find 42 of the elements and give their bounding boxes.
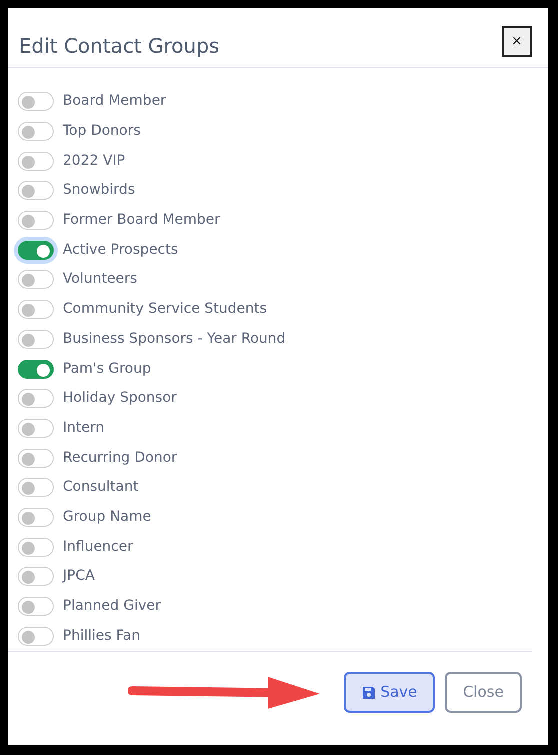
toggle-switch[interactable]: [18, 538, 54, 557]
group-label: Recurring Donor: [63, 448, 178, 468]
dialog-title: Edit Contact Groups: [19, 34, 220, 58]
toggle-switch[interactable]: [18, 418, 54, 438]
group-label: Community Service Students: [63, 300, 268, 320]
toggle-switch[interactable]: [18, 360, 54, 379]
group-label: JPCA: [63, 567, 95, 586]
group-label: Snowbirds: [63, 181, 136, 200]
group-label: Influencer: [63, 538, 134, 557]
group-label: Active Prospects: [63, 240, 178, 260]
group-label: Volunteers: [63, 270, 138, 290]
group-label: Business Sponsors - Year Round: [63, 330, 286, 349]
toggle-switch[interactable]: [18, 626, 54, 646]
toggle-switch[interactable]: [18, 597, 54, 616]
group-label: 2022 VIP: [63, 152, 126, 171]
close-button[interactable]: Close: [445, 672, 522, 714]
toggle-switch[interactable]: [18, 300, 54, 320]
toggle-switch[interactable]: [18, 92, 54, 112]
save-button[interactable]: Save: [344, 672, 435, 714]
group-label: Intern: [63, 418, 104, 438]
group-label: Former Board Member: [63, 211, 220, 230]
group-label: Board Member: [63, 92, 166, 112]
toggle-switch[interactable]: [18, 478, 54, 498]
toggle-switch[interactable]: [18, 122, 54, 142]
group-label: Top Donors: [63, 122, 141, 142]
toggle-switch[interactable]: [18, 448, 54, 468]
toggle-switch[interactable]: [18, 240, 54, 260]
close-button[interactable]: ×: [502, 26, 532, 57]
toggle-switch[interactable]: [18, 270, 54, 290]
toggle-switch[interactable]: [18, 152, 54, 171]
toggle-switch[interactable]: [18, 330, 54, 349]
group-label: Consultant: [63, 478, 139, 498]
toggle-switch[interactable]: [18, 508, 54, 527]
toggle-switch[interactable]: [18, 211, 54, 230]
toggle-switch[interactable]: [18, 181, 54, 200]
group-label: Holiday Sponsor: [63, 389, 177, 408]
toggle-switch[interactable]: [18, 389, 54, 408]
group-label: Pam's Group: [63, 360, 152, 379]
group-label: Group Name: [63, 508, 152, 527]
group-label: Phillies Fan: [63, 626, 140, 646]
group-label: Planned Giver: [63, 597, 161, 616]
toggle-switch[interactable]: [18, 567, 54, 586]
